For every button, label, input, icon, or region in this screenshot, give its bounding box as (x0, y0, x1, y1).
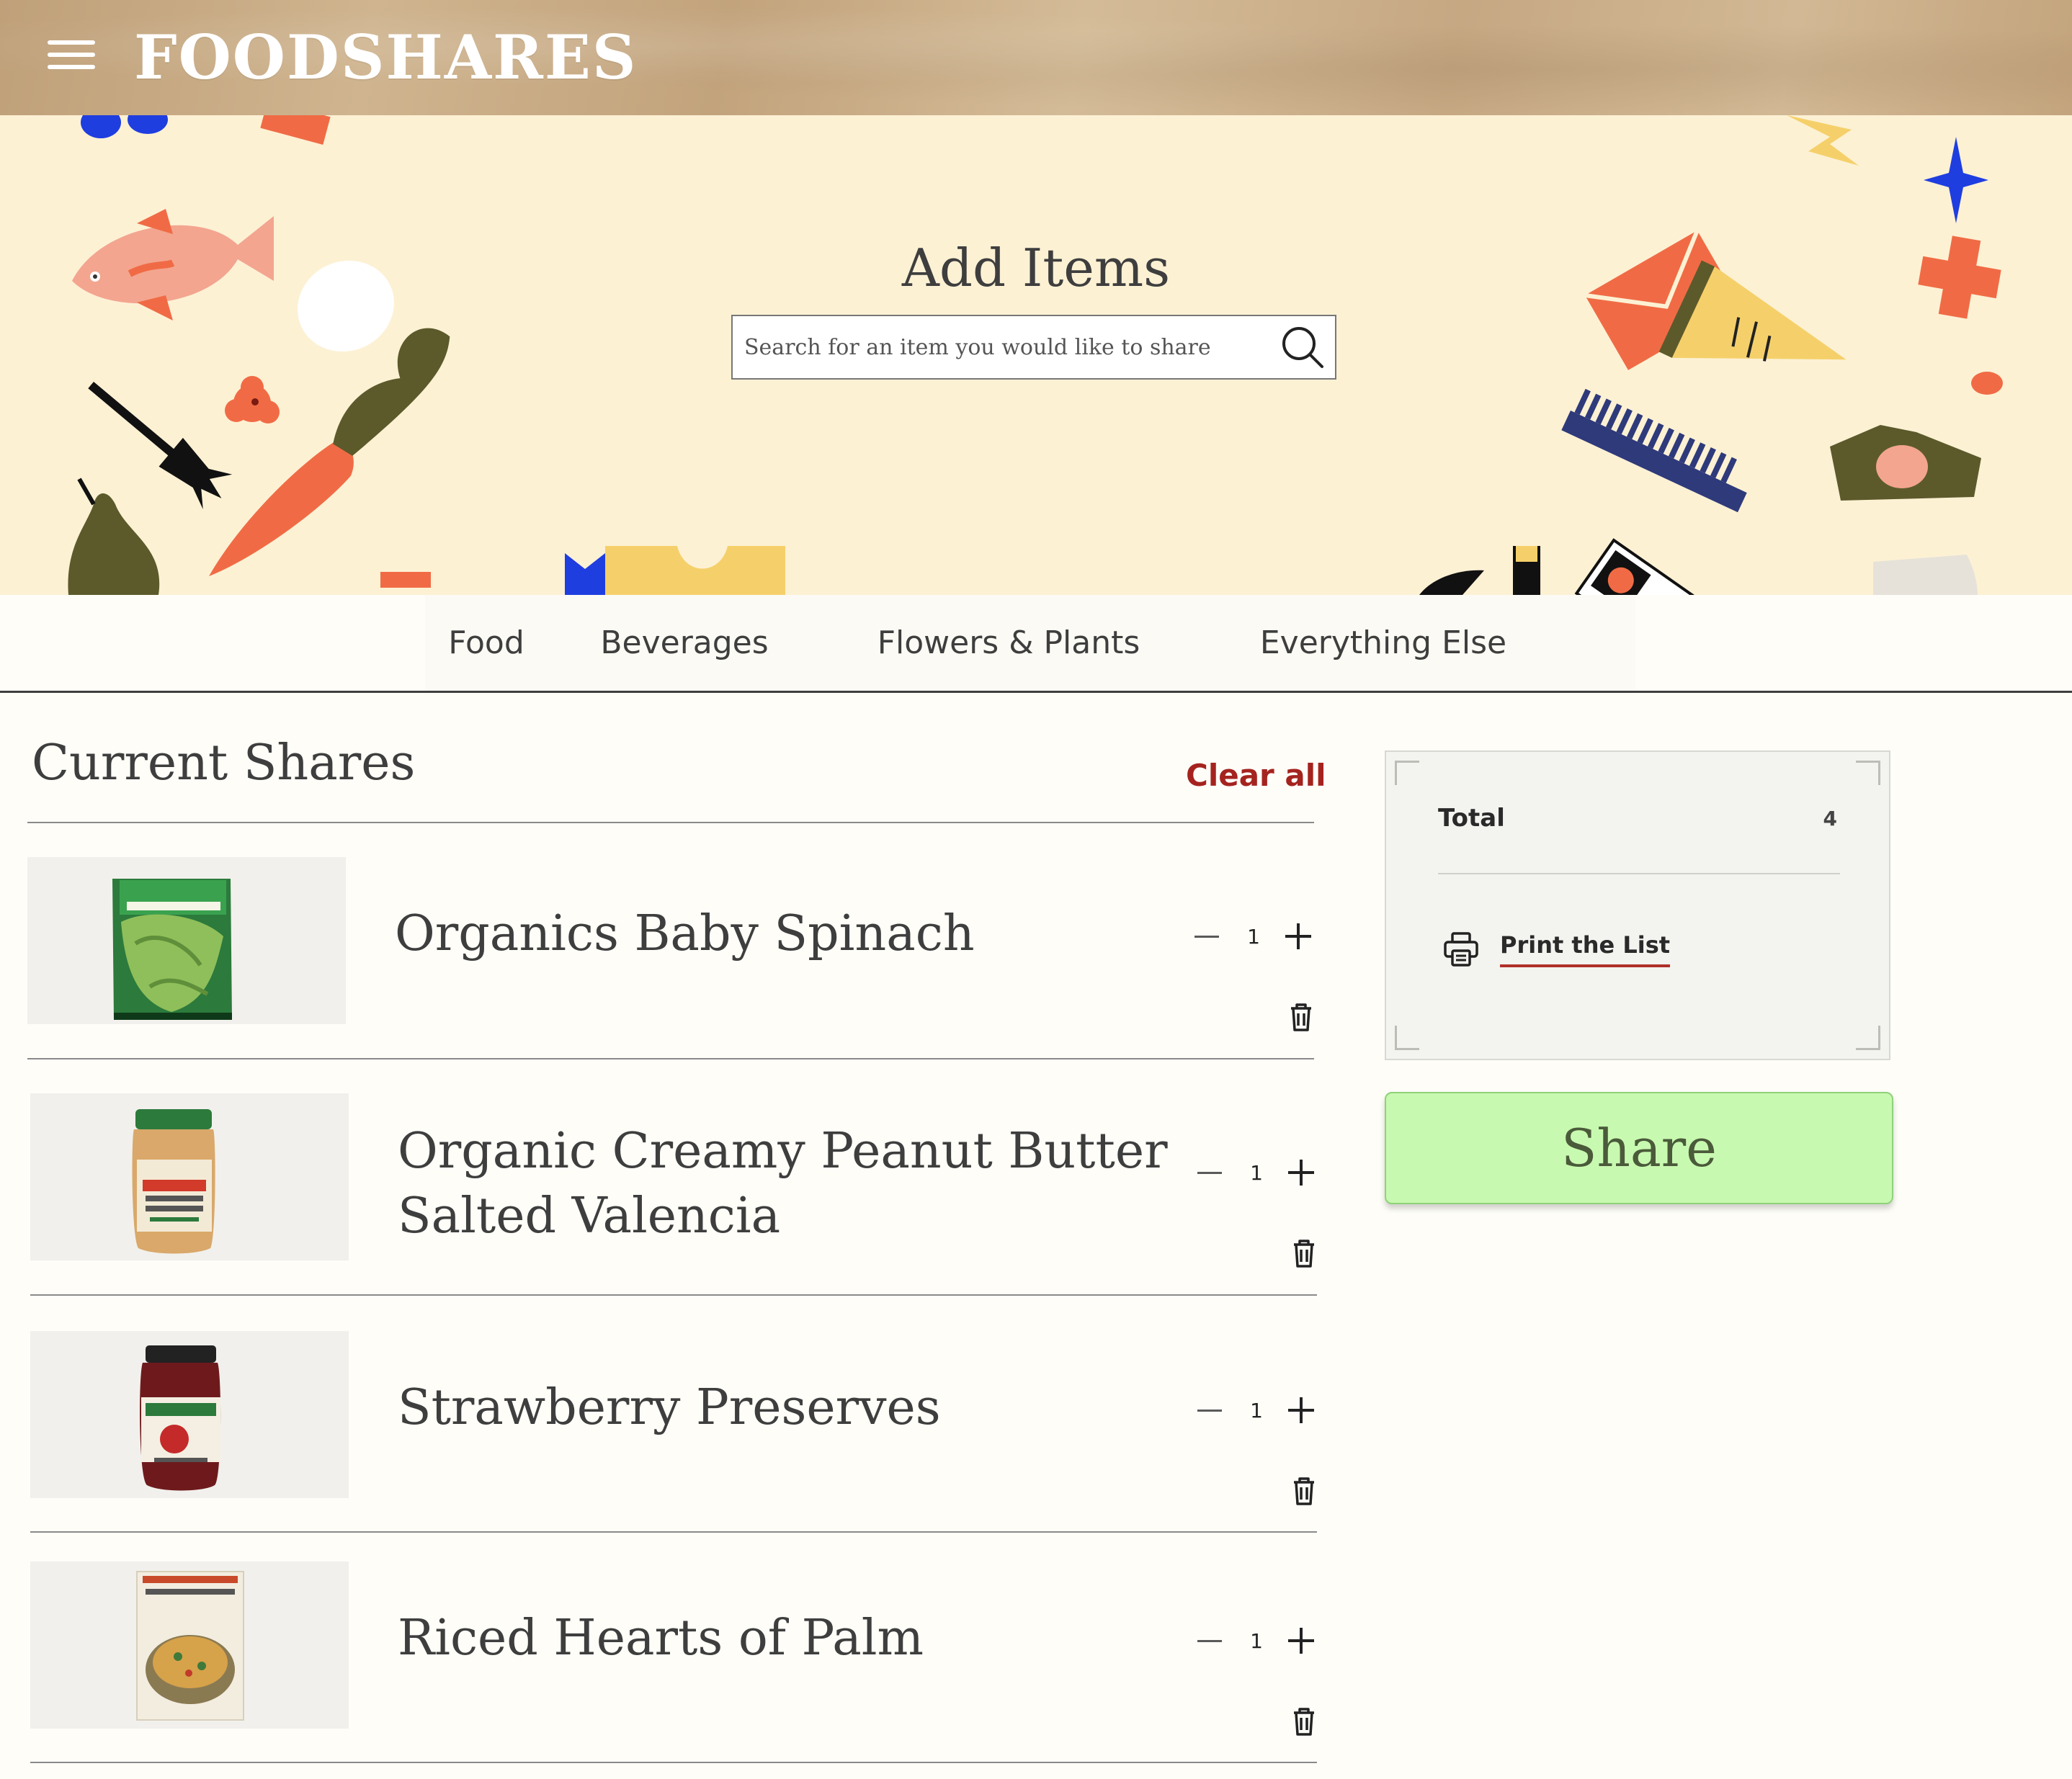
app-logo[interactable]: FOODSHARES (134, 22, 638, 93)
total-count: 4 (1823, 807, 1837, 830)
divider (30, 1762, 1317, 1763)
quantity-value: 1 (1250, 1399, 1263, 1422)
corner-mark (1856, 761, 1880, 785)
decrease-quantity-button[interactable] (1194, 1158, 1226, 1187)
print-list-label: Print the List (1500, 931, 1671, 967)
header-bar: FOODSHARES (0, 0, 2072, 115)
delete-icon[interactable] (1290, 1706, 1318, 1737)
product-image (27, 857, 346, 1024)
quantity-value: 1 (1250, 1161, 1263, 1185)
corner-mark (1395, 761, 1419, 785)
menu-icon[interactable] (48, 40, 95, 69)
decrease-quantity-button[interactable] (1194, 1396, 1226, 1425)
corner-mark (1395, 1026, 1419, 1050)
search-input[interactable] (733, 316, 1277, 378)
current-shares-title: Current Shares (32, 735, 416, 792)
decrease-quantity-button[interactable] (1194, 1626, 1226, 1655)
printer-icon (1444, 932, 1478, 967)
divider (1438, 873, 1840, 874)
divider (27, 1058, 1314, 1059)
category-nav: Food Beverages Flowers & Plants Everythi… (0, 595, 2072, 693)
hero-banner: Add Items (0, 115, 2072, 595)
corner-mark (1856, 1026, 1880, 1050)
print-list-button[interactable]: Print the List (1442, 931, 1671, 968)
quantity-value: 1 (1250, 1629, 1263, 1653)
divider (30, 1294, 1317, 1296)
increase-quantity-button[interactable] (1282, 920, 1314, 952)
product-name: Organics Baby Spinach (395, 905, 975, 962)
quantity-value: 1 (1247, 925, 1260, 949)
clear-all-button[interactable]: Clear all (1186, 758, 1326, 793)
delete-icon[interactable] (1290, 1237, 1318, 1269)
search-box (731, 315, 1336, 380)
decrease-quantity-button[interactable] (1192, 922, 1223, 951)
divider (30, 1531, 1317, 1533)
search-icon[interactable] (1277, 322, 1328, 372)
delete-icon[interactable] (1287, 1001, 1316, 1033)
increase-quantity-button[interactable] (1285, 1394, 1317, 1426)
tab-food[interactable]: Food (425, 595, 548, 691)
total-label: Total (1438, 804, 1505, 833)
increase-quantity-button[interactable] (1285, 1157, 1317, 1188)
summary-card: Total 4 Print the List (1385, 750, 1890, 1060)
page-title: Add Items (901, 238, 1171, 298)
tab-flowers-plants[interactable]: Flowers & Plants (821, 595, 1196, 691)
increase-quantity-button[interactable] (1285, 1625, 1317, 1657)
tab-everything-else[interactable]: Everything Else (1196, 595, 1571, 691)
product-image (30, 1331, 349, 1498)
product-image (30, 1561, 349, 1729)
divider (27, 822, 1314, 823)
product-image (30, 1093, 349, 1260)
product-name: Organic Creamy Peanut Butter Salted Vale… (398, 1123, 1168, 1245)
tab-beverages[interactable]: Beverages (548, 595, 821, 691)
share-button[interactable]: Share (1385, 1092, 1893, 1204)
product-name: Riced Hearts of Palm (398, 1610, 924, 1667)
product-name: Strawberry Preserves (398, 1379, 941, 1436)
delete-icon[interactable] (1290, 1475, 1318, 1507)
